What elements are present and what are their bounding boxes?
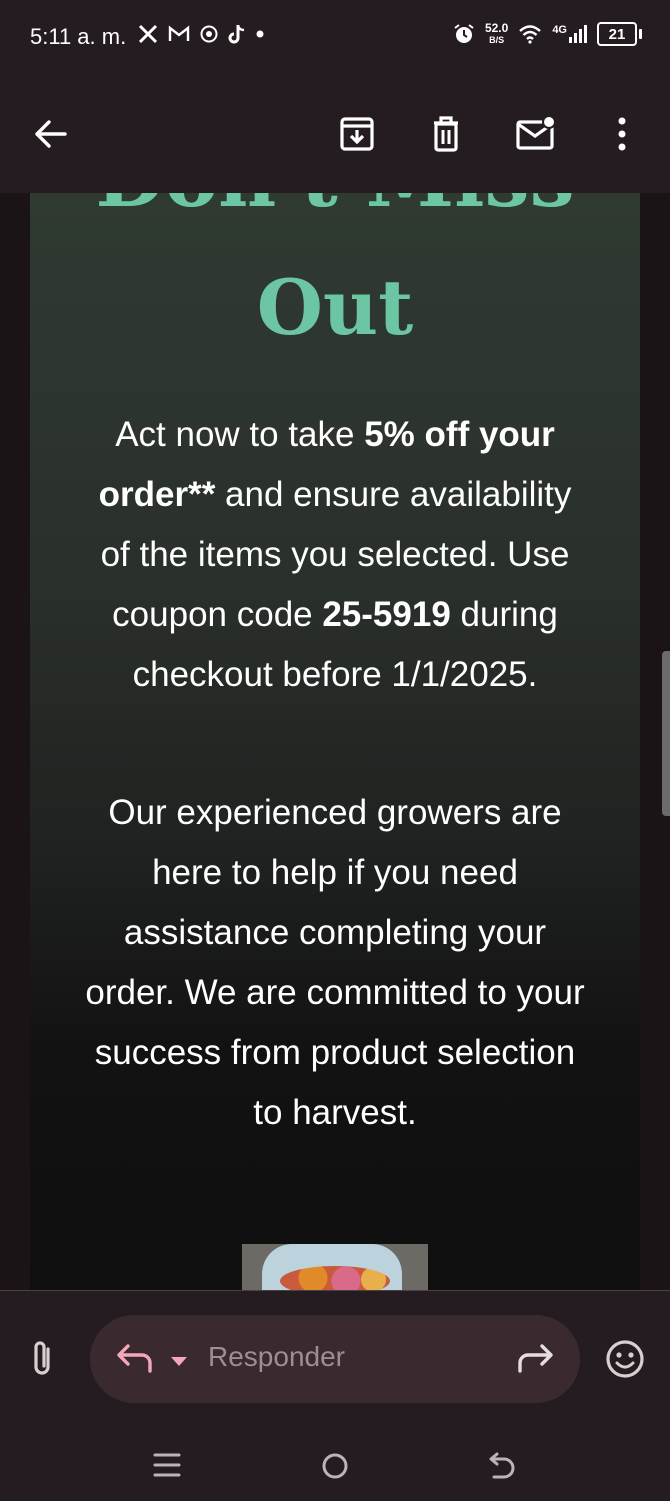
battery-tip (639, 29, 642, 39)
scrollbar-handle[interactable] (662, 651, 670, 816)
coupon-code: 25-5919 (322, 595, 451, 634)
dropdown-icon (171, 1357, 187, 1366)
menu-icon (153, 1453, 181, 1477)
status-bar: 5:11 a. m. 52.0 B/S 4G 21 (0, 0, 670, 78)
dot-icon (256, 30, 264, 38)
notification-icons (138, 24, 264, 44)
network-speed: 52.0 B/S (485, 22, 508, 46)
delete-button[interactable] (420, 108, 472, 160)
chrome-icon (200, 25, 218, 43)
more-vert-icon (618, 117, 626, 151)
archive-button[interactable] (331, 108, 383, 160)
promo-paragraph: Act now to take 5% off your order** and … (80, 405, 590, 705)
attach-button[interactable] (26, 1339, 62, 1379)
system-nav-bar (0, 1441, 670, 1491)
reply-dropdown[interactable] (170, 1353, 188, 1372)
status-time: 5:11 a. m. (30, 24, 127, 49)
photo-flowers (280, 1266, 390, 1290)
network-label: 4G (552, 24, 567, 36)
reply-input[interactable]: Responder (90, 1315, 580, 1403)
back-arrow-icon (35, 120, 67, 148)
mark-unread-icon (516, 115, 556, 150)
back-nav-icon (489, 1452, 515, 1479)
system-icons: 52.0 B/S 4G 21 (453, 22, 642, 46)
email-content: Don't Miss Out Act now to take 5% off yo… (30, 193, 640, 1290)
mark-unread-button[interactable] (510, 108, 562, 160)
recents-button[interactable] (152, 1451, 182, 1483)
more-options-button[interactable] (596, 108, 648, 160)
gmail-icon (168, 25, 190, 41)
speed-unit: B/S (489, 35, 505, 45)
emoji-button[interactable] (605, 1339, 645, 1383)
delete-icon (434, 116, 458, 152)
back-button[interactable] (25, 108, 77, 160)
home-circle-icon (322, 1453, 348, 1479)
emoji-icon (606, 1340, 644, 1378)
headline-partial: Don't Miss (30, 193, 640, 225)
email-body[interactable]: Don't Miss Out Act now to take 5% off yo… (0, 193, 670, 1290)
archive-icon (340, 117, 374, 151)
wifi-icon (519, 25, 542, 44)
tiktok-icon (228, 25, 245, 44)
x-icon (138, 24, 158, 44)
alarm-icon (454, 24, 474, 43)
network-type: 4G (552, 24, 587, 44)
attach-icon (34, 1341, 50, 1375)
battery-indicator: 21 (597, 22, 642, 46)
promo-text-1: Act now to take (115, 415, 365, 454)
headline-out: Out (256, 263, 414, 352)
email-toolbar (0, 78, 670, 193)
reply-placeholder: Responder (208, 1341, 345, 1372)
forward-button[interactable] (516, 1341, 556, 1381)
back-nav-button[interactable] (486, 1451, 518, 1485)
home-button[interactable] (320, 1451, 350, 1485)
grower-photo (242, 1244, 428, 1290)
signal-icon (569, 25, 587, 43)
reply-button[interactable] (114, 1341, 154, 1381)
battery-level: 21 (597, 22, 637, 46)
reply-icon (117, 1344, 152, 1373)
forward-icon (518, 1344, 553, 1373)
support-paragraph: Our experienced growers are here to help… (85, 793, 585, 1132)
reply-area: Responder (0, 1290, 670, 1501)
speed-value: 52.0 (484, 21, 509, 35)
